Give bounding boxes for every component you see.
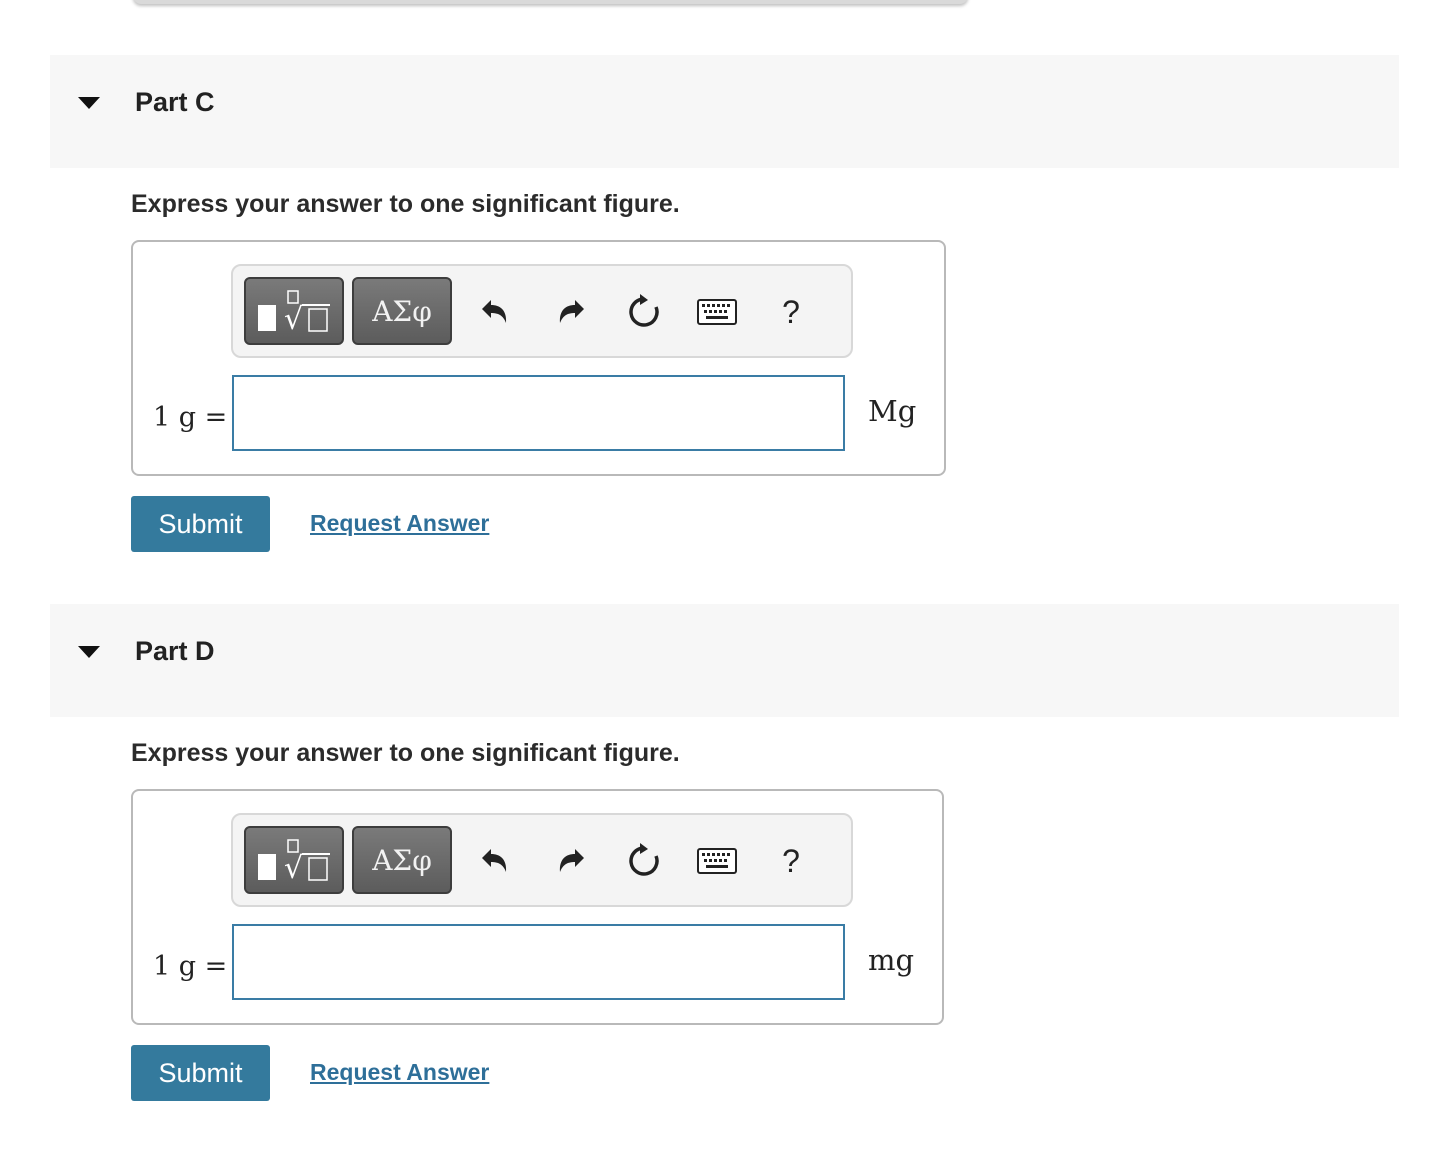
equation-label: 1 g = [153, 951, 228, 982]
redo-icon [559, 849, 584, 872]
redo-button[interactable] [549, 839, 593, 883]
keyboard-button[interactable] [695, 290, 739, 334]
answer-input[interactable] [232, 375, 845, 451]
help-icon[interactable]: ? [769, 290, 813, 334]
part-title: Part D [135, 636, 215, 666]
reset-icon [629, 843, 659, 876]
templates-icon: √ [258, 839, 330, 884]
submit-button[interactable]: Submit [131, 496, 270, 552]
reset-button[interactable] [622, 839, 666, 883]
keyboard-icon [697, 848, 737, 874]
reset-icon [629, 294, 659, 327]
templates-button[interactable]: √ [244, 826, 344, 894]
caret-down-icon[interactable] [78, 646, 100, 658]
math-toolbar: √ ΑΣφ ? [231, 264, 853, 358]
svg-text:√: √ [284, 851, 304, 884]
help-icon[interactable]: ? [769, 839, 813, 883]
answer-input[interactable] [232, 924, 845, 1000]
math-toolbar: √ ΑΣφ ? [231, 813, 853, 907]
answer-box: √ ΑΣφ [131, 789, 944, 1025]
templates-icon: √ [258, 290, 330, 335]
undo-icon [482, 300, 507, 323]
previous-panel-edge [133, 0, 968, 4]
instruction-text: Express your answer to one significant f… [131, 190, 680, 218]
undo-button[interactable] [473, 839, 517, 883]
equation-label: 1 g = [153, 402, 228, 433]
templates-button[interactable]: √ [244, 277, 344, 345]
request-answer-link[interactable]: Request Answer [310, 510, 489, 537]
part-title: Part C [135, 87, 215, 117]
reset-button[interactable] [622, 290, 666, 334]
undo-button[interactable] [473, 290, 517, 334]
part-d-header[interactable]: Part D [50, 604, 1399, 717]
keyboard-icon [697, 299, 737, 325]
unit-label: Mg [868, 394, 917, 428]
caret-down-icon[interactable] [78, 97, 100, 109]
redo-button[interactable] [549, 290, 593, 334]
greek-symbols-button[interactable]: ΑΣφ [352, 826, 452, 894]
answer-box: √ ΑΣφ [131, 240, 946, 476]
redo-icon [559, 300, 584, 323]
unit-label: mg [868, 943, 915, 977]
part-c-header[interactable]: Part C [50, 55, 1399, 168]
keyboard-button[interactable] [695, 839, 739, 883]
greek-symbols-button[interactable]: ΑΣφ [352, 277, 452, 345]
svg-text:√: √ [284, 302, 304, 335]
instruction-text: Express your answer to one significant f… [131, 739, 680, 767]
undo-icon [482, 849, 507, 872]
submit-button[interactable]: Submit [131, 1045, 270, 1101]
request-answer-link[interactable]: Request Answer [310, 1059, 489, 1086]
